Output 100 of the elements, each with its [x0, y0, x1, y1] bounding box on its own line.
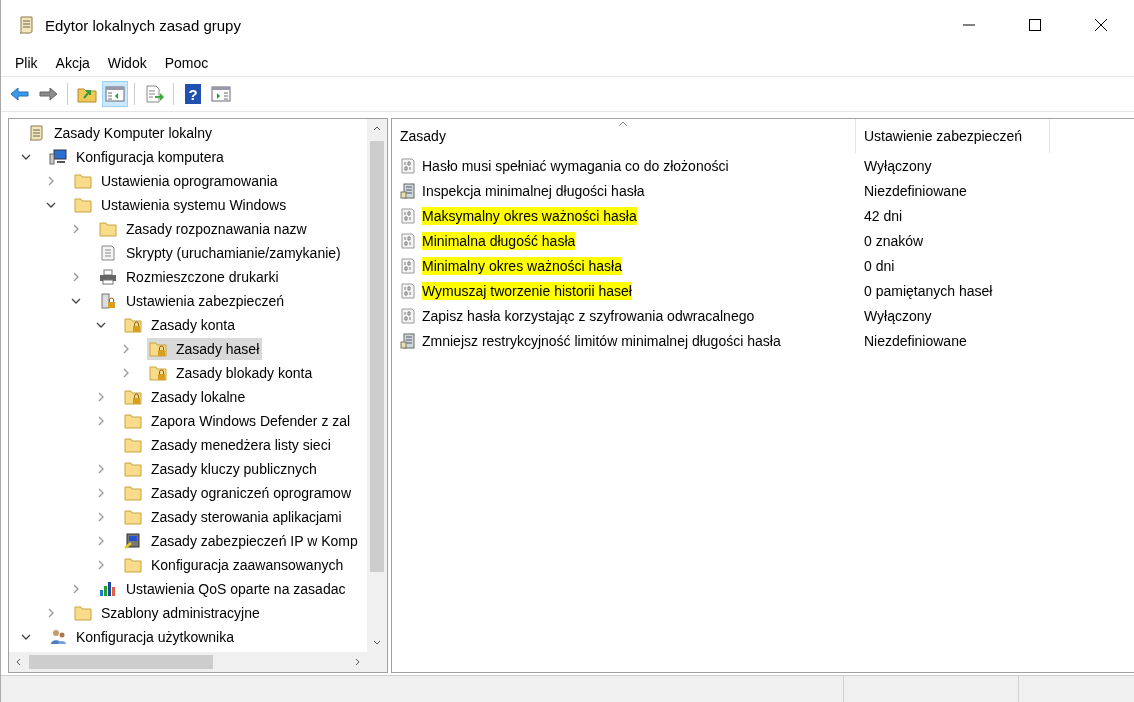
- folder-icon: [124, 437, 142, 453]
- menu-item[interactable]: Widok: [99, 55, 155, 71]
- binary-document-icon: [400, 232, 416, 249]
- tree-item[interactable]: Zapora Windows Defender z zal: [122, 410, 354, 432]
- server-lock-icon: [99, 293, 117, 309]
- chevron-down-icon[interactable]: [21, 632, 31, 642]
- action-pane-icon: [211, 85, 231, 103]
- console-tree-icon: [105, 85, 125, 103]
- tree-item[interactable]: Skrypty (uruchamianie/zamykanie): [97, 242, 344, 264]
- tree-item[interactable]: Ustawienia systemu Windows: [72, 194, 290, 216]
- sort-ascending-icon: [618, 121, 628, 127]
- menu-item[interactable]: Pomoc: [156, 55, 217, 71]
- folder-icon: [124, 485, 142, 501]
- chevron-right-icon[interactable]: [96, 464, 106, 474]
- tree-item[interactable]: Zasady menedżera listy sieci: [122, 434, 334, 456]
- locked-folder-icon: [149, 341, 167, 357]
- column-header[interactable]: Ustawienie zabezpieczeń: [856, 119, 1050, 153]
- printer-icon: [99, 269, 117, 285]
- chevron-right-icon[interactable]: [96, 416, 106, 426]
- scrollbar-thumb[interactable]: [370, 141, 384, 572]
- window-title: Edytor lokalnych zasad grupy: [45, 16, 241, 34]
- locked-folder-icon: [124, 317, 142, 333]
- chevron-right-icon[interactable]: [71, 224, 81, 234]
- back-arrow-icon: [10, 85, 30, 103]
- binary-document-icon: [400, 207, 416, 224]
- chevron-right-icon[interactable]: [96, 488, 106, 498]
- tree-item[interactable]: Ustawienia oprogramowania: [72, 170, 281, 192]
- folder-icon: [99, 221, 117, 237]
- policy-setting: Wyłączony: [863, 157, 933, 174]
- policy-name[interactable]: Minimalny okres ważności hasła: [422, 256, 622, 275]
- toolbar-help-button[interactable]: ?: [180, 81, 206, 107]
- tree-item[interactable]: Ustawienia QoS oparte na zasadac: [97, 578, 349, 600]
- help-icon: ?: [185, 84, 201, 104]
- chevron-right-icon[interactable]: [46, 176, 56, 186]
- policy-setting: 0 dni: [863, 257, 896, 274]
- policy-name[interactable]: Inspekcja minimalnej długości hasła: [422, 181, 645, 200]
- policy-name[interactable]: Zmniejsz restrykcyjność limitów minimalnej długości hasła: [422, 331, 781, 350]
- vertical-scrollbar[interactable]: [367, 119, 387, 652]
- chevron-right-icon[interactable]: [71, 272, 81, 282]
- export-list-icon: [144, 85, 164, 103]
- tree-item[interactable]: Konfiguracja zaawansowanych: [122, 554, 347, 576]
- menu-item[interactable]: Akcja: [47, 55, 98, 71]
- scroll-icon: [27, 125, 45, 141]
- chevron-right-icon[interactable]: [46, 608, 56, 618]
- policy-name[interactable]: Zapisz hasła korzystając z szyfrowania odwracalnego: [422, 306, 755, 325]
- policy-name[interactable]: Wymuszaj tworzenie historii haseł: [422, 281, 632, 300]
- policy-setting: 0 pamiętanych haseł: [863, 282, 994, 299]
- menu-item[interactable]: Plik: [7, 55, 46, 71]
- column-header[interactable]: Zasady: [392, 119, 856, 153]
- policy-setting: 42 dni: [863, 207, 904, 224]
- chevron-down-icon[interactable]: [96, 320, 106, 330]
- folder-icon: [74, 605, 92, 621]
- tree-item[interactable]: Zasady kluczy publicznych: [122, 458, 320, 480]
- chevron-right-icon[interactable]: [121, 344, 131, 354]
- toolbar-tree-button[interactable]: [102, 81, 128, 107]
- folder-icon: [124, 413, 142, 429]
- server-document-icon: [400, 182, 416, 199]
- tree-item[interactable]: Zasady zabezpieczeń IP w Komp: [122, 530, 361, 552]
- locked-folder-icon: [149, 365, 167, 381]
- tree-item[interactable]: Zasady Komputer lokalny: [25, 122, 215, 144]
- tree-item[interactable]: Zasady konta: [122, 314, 239, 336]
- tree-item[interactable]: Szablony administracyjne: [72, 602, 263, 624]
- binary-document-icon: [400, 157, 416, 174]
- chevron-down-icon[interactable]: [46, 200, 56, 210]
- computer-key-icon: [124, 533, 142, 549]
- server-document-icon: [400, 332, 416, 349]
- tree-item[interactable]: Zasady ograniczeń oprogramow: [122, 482, 354, 504]
- binary-document-icon: [400, 307, 416, 324]
- tree-item[interactable]: Ustawienia zabezpieczeń: [97, 290, 287, 312]
- chevron-down-icon[interactable]: [71, 296, 81, 306]
- forward-arrow-icon: [38, 85, 58, 103]
- tree-item[interactable]: Zasady haseł: [147, 338, 263, 360]
- chevron-right-icon[interactable]: [96, 392, 106, 402]
- tree-item[interactable]: Zasady sterowania aplikacjami: [122, 506, 345, 528]
- chevron-right-icon[interactable]: [96, 512, 106, 522]
- tree-item[interactable]: Zasady rozpoznawania nazw: [97, 218, 310, 240]
- chevron-right-icon[interactable]: [121, 368, 131, 378]
- column-title: Zasady: [400, 128, 446, 144]
- scrollbar-thumb[interactable]: [29, 655, 213, 669]
- folder-icon: [74, 173, 92, 189]
- folder-icon: [124, 509, 142, 525]
- chevron-right-icon[interactable]: [96, 560, 106, 570]
- folder-icon: [124, 461, 142, 477]
- tree-item[interactable]: Konfiguracja użytkownika: [47, 626, 237, 648]
- policy-name[interactable]: Hasło musi spełniać wymagania co do złożoności: [422, 156, 729, 175]
- chevron-down-icon[interactable]: [21, 152, 31, 162]
- tree-item[interactable]: Rozmieszczone drukarki: [97, 266, 282, 288]
- policy-name[interactable]: Maksymalny okres ważności hasła: [422, 206, 637, 225]
- chevron-right-icon[interactable]: [71, 584, 81, 594]
- bar-chart-icon: [99, 581, 117, 597]
- locked-folder-icon: [124, 389, 142, 405]
- users-icon: [49, 629, 67, 645]
- tree-item[interactable]: Zasady lokalne: [122, 386, 249, 408]
- computer-icon: [49, 149, 67, 165]
- policy-setting: 0 znaków: [863, 232, 925, 249]
- folder-up-icon: [77, 85, 97, 103]
- chevron-right-icon[interactable]: [96, 536, 106, 546]
- folder-icon: [74, 197, 92, 213]
- tree-item[interactable]: Konfiguracja komputera: [47, 146, 227, 168]
- tree-item[interactable]: Zasady blokady konta: [147, 362, 316, 384]
